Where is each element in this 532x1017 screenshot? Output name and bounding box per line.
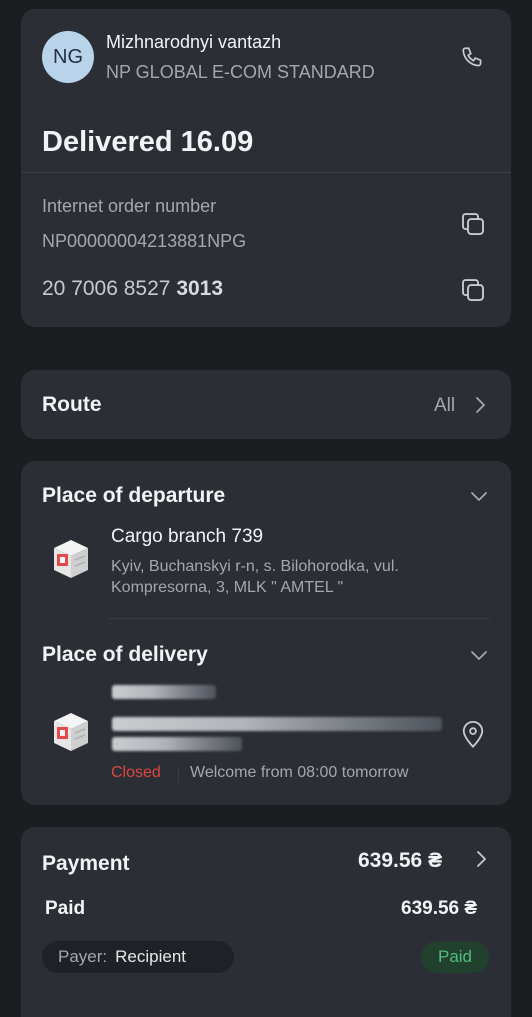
ttn-number: 20 7006 8527 3013 [42, 277, 223, 301]
route-title: Route [42, 393, 102, 416]
payer-value: Recipient [115, 947, 187, 966]
payment-total: 639.56 ₴ [358, 849, 443, 872]
chevron-right-icon [471, 394, 489, 416]
chevron-down-icon[interactable] [467, 485, 491, 507]
paid-label: Paid [45, 898, 86, 919]
payer-label: Payer: [58, 947, 108, 966]
divider [109, 618, 490, 619]
delivery-status: Closed [111, 764, 161, 781]
delivery-hours: Welcome from 08:00 tomorrow [190, 764, 409, 781]
chevron-down-icon[interactable] [467, 644, 491, 666]
sender-name: Mizhnarodnyi vantazh [106, 32, 282, 52]
places-card: Place of departure Cargo branch 739 Kyiv… [21, 461, 511, 805]
delivery-title: Place of delivery [42, 643, 208, 666]
copy-icon[interactable] [457, 274, 489, 306]
redacted-address-line1 [112, 717, 442, 731]
route-card[interactable]: Route All [21, 370, 511, 439]
payer-pill: Payer: Recipient [42, 941, 234, 973]
avatar-initials: NG [53, 45, 83, 68]
payment-card[interactable]: Payment 639.56 ₴ Paid 639.56 ₴ Payer: Re… [21, 827, 511, 1017]
map-pin-icon[interactable] [458, 719, 488, 749]
departure-address-line2: Kompresorna, 3, MLK " AMTEL " [111, 579, 344, 596]
route-all-link[interactable]: All [434, 395, 455, 417]
departure-title: Place of departure [42, 484, 226, 507]
redacted-address-line2 [112, 737, 242, 751]
avatar: NG [42, 31, 94, 83]
building-icon [48, 709, 94, 755]
building-icon [48, 536, 94, 582]
delivery-status-title: Delivered 16.09 [42, 126, 254, 158]
chevron-right-icon [472, 848, 490, 870]
payment-title: Payment [42, 852, 130, 875]
departure-address-line1: Kyiv, Buchanskyi r-n, s. Bilohorodka, vu… [111, 558, 399, 575]
copy-icon[interactable] [457, 208, 489, 240]
ttn-suffix: 3013 [176, 277, 224, 300]
divider [21, 172, 511, 173]
redacted-branch-name [112, 685, 216, 699]
paid-badge-text: Paid [437, 947, 473, 966]
status-separator [178, 766, 179, 783]
ttn-prefix: 20 7006 8527 [42, 277, 171, 300]
paid-amount: 639.56 ₴ [401, 898, 478, 919]
shipment-card: NG Mizhnarodnyi vantazh NP GLOBAL E-COM … [21, 9, 511, 327]
order-number: NP00000004213881NPG [42, 231, 247, 251]
departure-branch: Cargo branch 739 [111, 526, 264, 547]
order-number-label: Internet order number [42, 196, 217, 216]
phone-icon[interactable] [457, 42, 489, 74]
paid-badge: Paid [421, 941, 489, 973]
service-name: NP GLOBAL E-COM STANDARD [106, 62, 375, 82]
